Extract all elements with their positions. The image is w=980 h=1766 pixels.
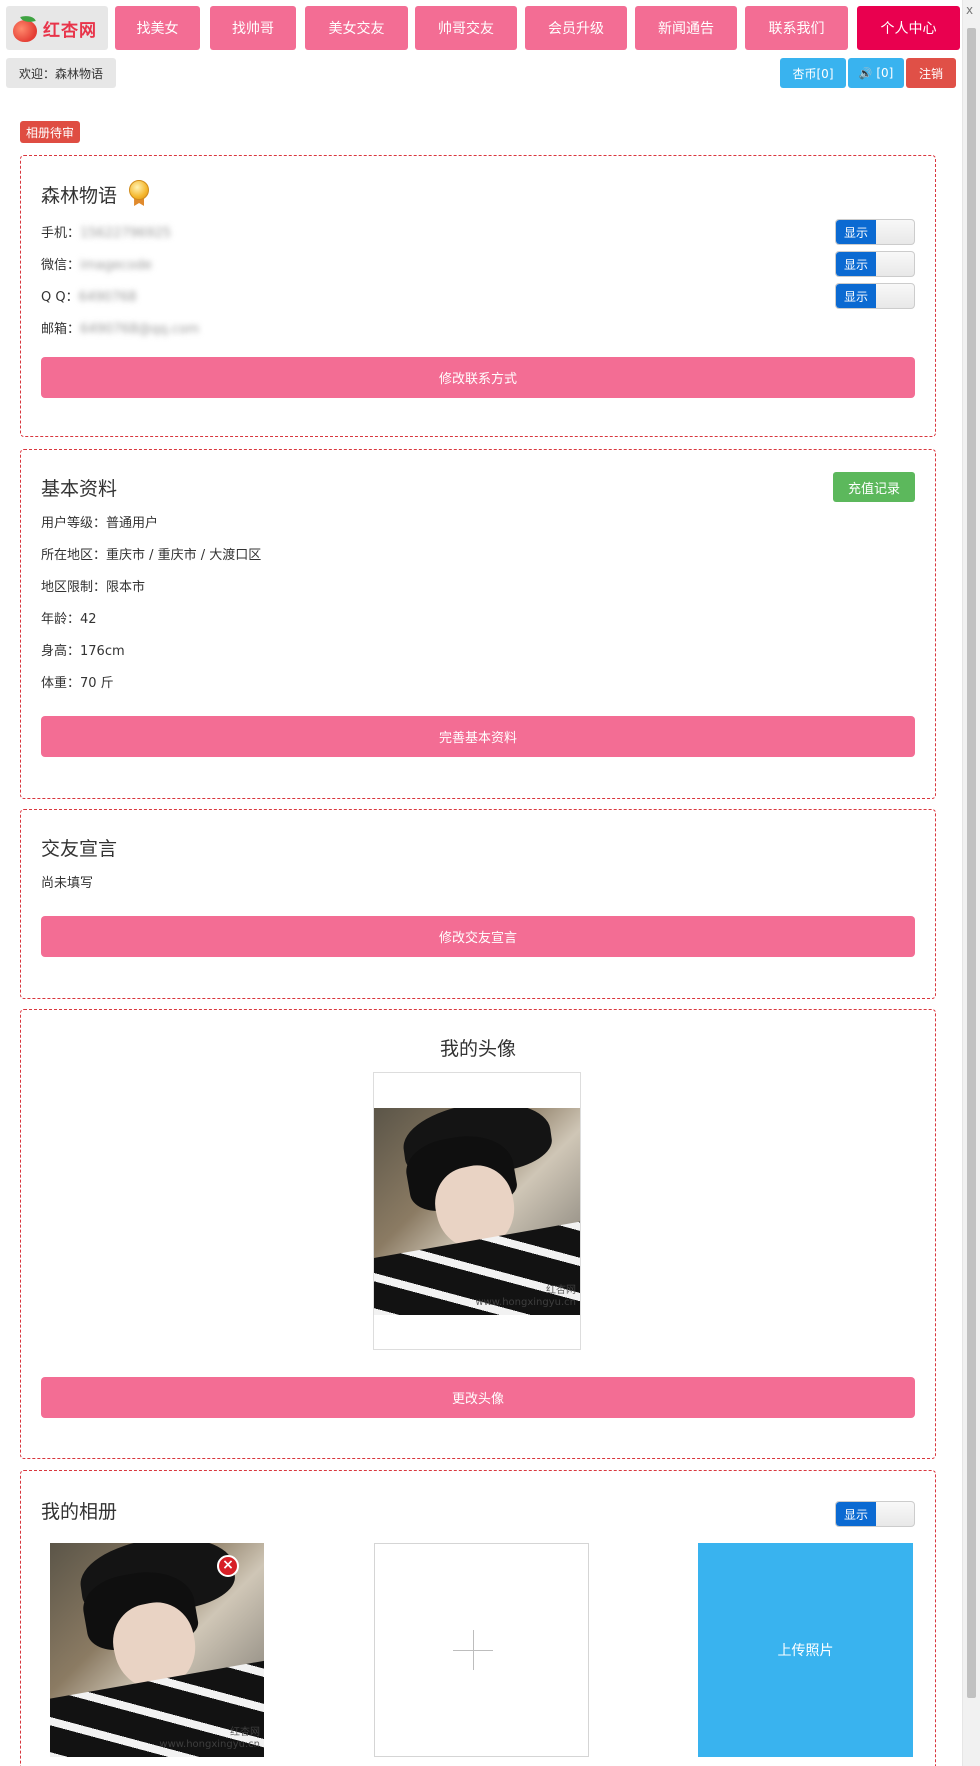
delete-photo-icon[interactable]: × — [217, 1555, 239, 1577]
region-limit: 地区限制：限本市 — [41, 580, 146, 595]
wechat-line: 微信：imagecode — [41, 254, 152, 273]
edit-declaration-button[interactable]: 修改交友宣言 — [41, 916, 915, 957]
nav-find-women[interactable]: 找美女 — [115, 6, 200, 50]
email-line: 邮箱：6490768@qq.com — [41, 318, 199, 337]
medal-icon — [129, 180, 150, 206]
email-label: 邮箱： — [41, 322, 81, 337]
phone-label: 手机： — [41, 226, 81, 241]
avatar-frame: 红杏网 www.hongxingyu.cn — [373, 1072, 581, 1350]
upload-photo-button[interactable]: 上传照片 — [698, 1543, 913, 1757]
contact-panel: 森林物语 手机：15622796925 显示 微信：imagecode 显示 Q… — [20, 155, 936, 437]
avatar-image[interactable]: 红杏网 www.hongxingyu.cn — [374, 1108, 580, 1315]
nav-news[interactable]: 新闻通告 — [635, 6, 737, 50]
location: 所在地区：重庆市 / 重庆市 / 大渡口区 — [41, 548, 262, 563]
messages-count: [0] — [876, 66, 894, 80]
complete-profile-button[interactable]: 完善基本资料 — [41, 716, 915, 757]
phone-line: 手机：15622796925 — [41, 222, 171, 241]
basic-info-panel: 基本资料 充值记录 用户等级：普通用户 所在地区：重庆市 / 重庆市 / 大渡口… — [20, 449, 936, 799]
speaker-icon: 🔊 — [858, 66, 873, 80]
logout-button[interactable]: 注销 — [906, 58, 956, 88]
edit-contact-button[interactable]: 修改联系方式 — [41, 357, 915, 398]
album-visibility-toggle[interactable]: 显示 — [835, 1501, 915, 1527]
phone-visibility-toggle[interactable]: 显示 — [835, 219, 915, 245]
qq-value: 6490768 — [78, 290, 137, 305]
nav-women-dating[interactable]: 美女交友 — [305, 6, 408, 50]
weight: 体重：70 斤 — [41, 676, 114, 691]
email-value: 6490768@qq.com — [80, 322, 200, 337]
toggle-label: 显示 — [836, 252, 876, 276]
recharge-records-button[interactable]: 充值记录 — [833, 472, 915, 502]
album-panel: 我的相册 显示 红杏网 www.hongxingyu.cn × 上传照片 — [20, 1470, 936, 1766]
peach-icon — [12, 13, 38, 42]
contact-panel-title: 森林物语 — [41, 180, 150, 208]
vertical-scrollbar[interactable]: x — [962, 0, 980, 1766]
phone-value: 15622796925 — [80, 226, 171, 241]
nav-contact[interactable]: 联系我们 — [745, 6, 848, 50]
nav-upgrade[interactable]: 会员升级 — [525, 6, 627, 50]
toggle-label: 显示 — [836, 284, 876, 308]
site-logo[interactable]: 红杏网 — [6, 6, 108, 50]
declaration-text: 尚未填写 — [41, 876, 94, 891]
coins-button[interactable]: 杏币[0] — [780, 58, 846, 88]
nav-men-dating[interactable]: 帅哥交友 — [415, 6, 517, 50]
user-level: 用户等级：普通用户 — [41, 516, 159, 531]
username: 森林物语 — [41, 185, 118, 207]
site-name: 红杏网 — [43, 20, 97, 41]
toggle-label: 显示 — [836, 220, 876, 244]
album-title: 我的相册 — [41, 1501, 118, 1523]
height: 身高：176cm — [41, 644, 125, 659]
close-icon[interactable]: x — [966, 4, 973, 16]
avatar-watermark: 红杏网 www.hongxingyu.cn — [475, 1285, 576, 1308]
qq-visibility-toggle[interactable]: 显示 — [835, 283, 915, 309]
wechat-visibility-toggle[interactable]: 显示 — [835, 251, 915, 277]
album-photo-watermark: 红杏网 www.hongxingyu.cn — [159, 1727, 260, 1750]
scrollbar-thumb[interactable] — [967, 28, 976, 1698]
nav-find-men[interactable]: 找帅哥 — [210, 6, 296, 50]
wechat-label: 微信： — [41, 258, 81, 273]
declaration-panel: 交友宣言 尚未填写 修改交友宣言 — [20, 809, 936, 999]
toggle-label: 显示 — [836, 1502, 876, 1526]
album-pending-badge: 相册待审 — [20, 121, 81, 143]
welcome-message: 欢迎：森林物语 — [6, 58, 116, 88]
declaration-title: 交友宣言 — [41, 838, 118, 860]
qq-label: Q Q： — [41, 290, 79, 305]
basic-info-title: 基本资料 — [41, 478, 118, 500]
add-photo-tile[interactable] — [374, 1543, 589, 1757]
wechat-value: imagecode — [80, 258, 152, 273]
messages-button[interactable]: 🔊 [0] — [848, 58, 904, 88]
age: 年龄：42 — [41, 612, 97, 627]
change-avatar-button[interactable]: 更改头像 — [41, 1377, 915, 1418]
avatar-panel: 我的头像 红杏网 www.hongxingyu.cn 更改头像 — [20, 1009, 936, 1459]
nav-personal-center[interactable]: 个人中心 — [857, 6, 960, 50]
avatar-title: 我的头像 — [439, 1038, 516, 1060]
qq-line: Q Q：6490768 — [41, 286, 137, 305]
